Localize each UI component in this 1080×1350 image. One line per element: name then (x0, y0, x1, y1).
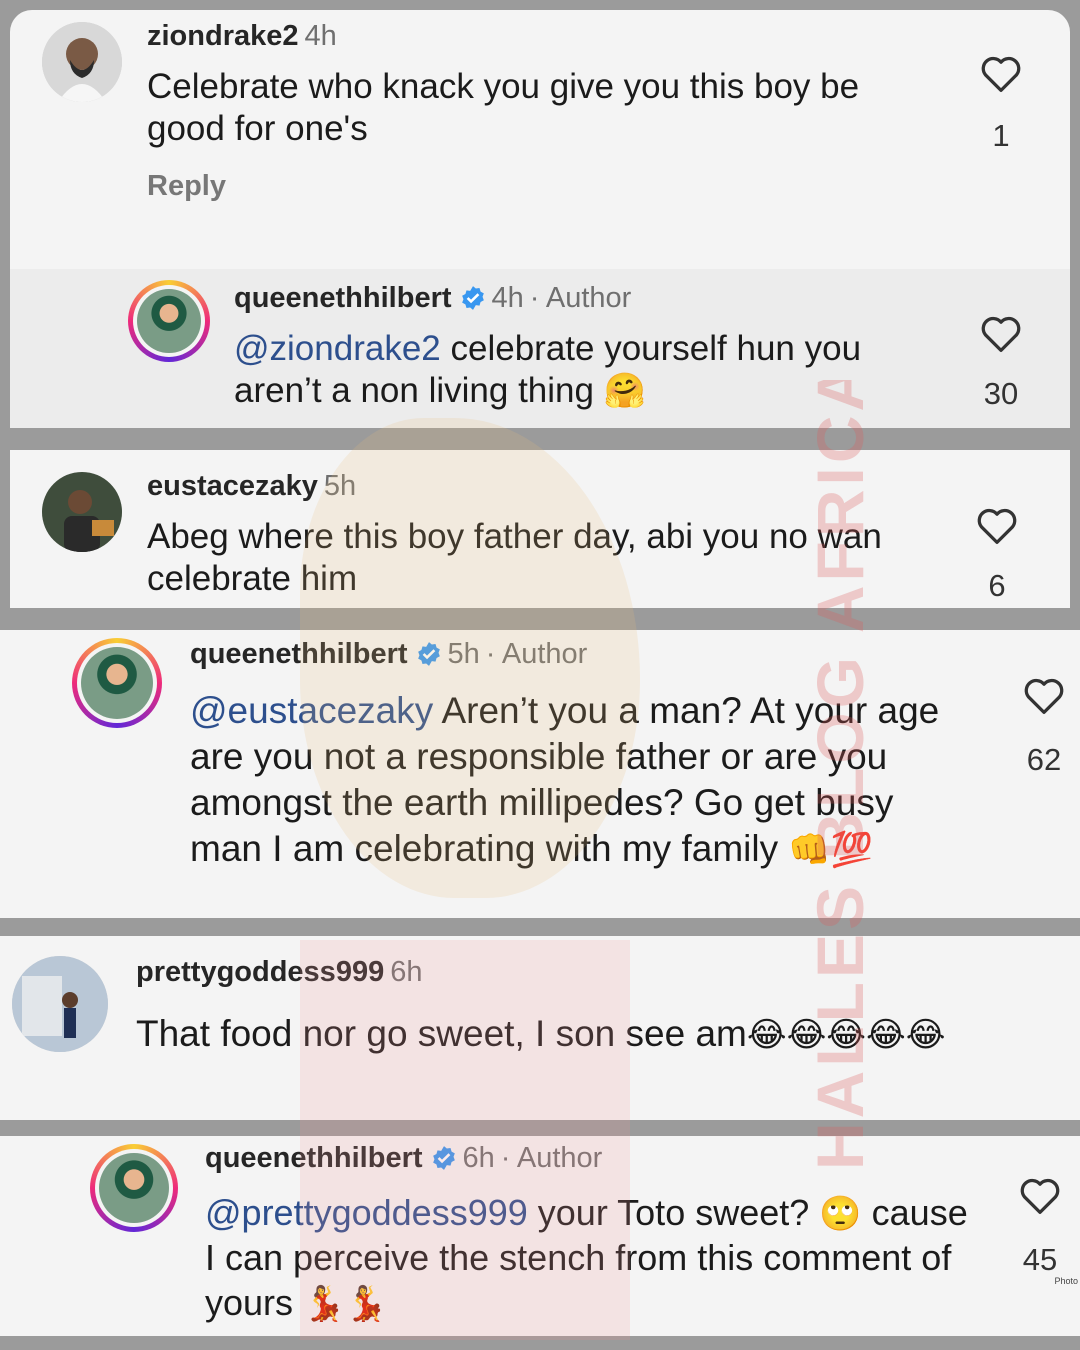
username[interactable]: prettygoddess999 (136, 956, 384, 988)
comment-panel-1: ziondrake2 4h Celebrate who knack you giv… (10, 10, 1070, 428)
like-count: 6 (988, 568, 1006, 603)
fist-hundred-emoji: 👊💯 (788, 831, 874, 869)
timestamp: 5h (323, 470, 357, 502)
mention-link[interactable]: @prettygoddess999 (205, 1192, 528, 1233)
author-label: · Author (485, 638, 588, 670)
comment-text: Abeg where this boy father day, abi you … (147, 517, 882, 598)
comment-panel-3: queenethhilbert 5h · Author @eustacezaky A… (0, 630, 1080, 918)
dancer-emoji: 💃💃 (303, 1285, 388, 1323)
like-count: 45 (1022, 1242, 1058, 1277)
comment-panel-2: eustacezaky 5h Abeg where this boy father… (10, 450, 1070, 608)
avatar[interactable] (90, 1144, 178, 1232)
like-count: 30 (983, 376, 1019, 411)
avatar[interactable] (12, 956, 108, 1052)
username[interactable]: queenethhilbert (205, 1142, 423, 1174)
heart-icon[interactable] (1018, 1176, 1062, 1216)
mention-link[interactable]: @ziondrake2 (234, 329, 441, 368)
timestamp: 6h (390, 956, 423, 988)
avatar[interactable] (42, 22, 122, 102)
verified-badge-icon (416, 641, 442, 667)
comment-text: That food nor go sweet, I son see am😂😂😂😂… (136, 1010, 1036, 1058)
comment-body: That food nor go sweet, I son see am (136, 1013, 747, 1054)
timestamp: 4h (491, 282, 524, 314)
comment-text: Celebrate who knack you give you this bo… (147, 67, 860, 148)
like-count: 62 (1026, 742, 1062, 777)
author-label: · Author (500, 1142, 603, 1174)
comment-text: @eustacezaky Aren’t you a man? At your a… (190, 688, 970, 872)
like-count: 1 (992, 118, 1010, 153)
heart-icon[interactable] (979, 314, 1023, 354)
heart-icon[interactable] (1022, 676, 1066, 716)
username[interactable]: queenethhilbert (234, 282, 452, 314)
comment-body: your Toto sweet? (537, 1192, 810, 1233)
verified-badge-icon (460, 285, 486, 311)
heart-icon[interactable] (975, 506, 1019, 546)
avatar[interactable] (72, 638, 162, 728)
hug-emoji: 🤗 (603, 372, 647, 410)
avatar[interactable] (42, 472, 122, 552)
timestamp: 6h (462, 1142, 495, 1174)
mention-link[interactable]: @eustacezaky (190, 690, 433, 731)
photo-credit: Photo (1054, 1276, 1078, 1286)
reply-button[interactable]: Reply (147, 170, 226, 203)
heart-icon[interactable] (979, 54, 1023, 94)
comment-panel-4: prettygoddess999 6h That food nor go swee… (0, 936, 1080, 1120)
comment-panel-5: queenethhilbert 6h · Author @prettygoddess… (0, 1136, 1080, 1336)
username[interactable]: queenethhilbert (190, 638, 408, 670)
username[interactable]: ziondrake2 (147, 20, 299, 52)
timestamp: 4h (304, 20, 337, 52)
comment-text: @prettygoddess999 your Toto sweet? 🙄 cau… (205, 1190, 985, 1325)
laughing-emoji: 😂😂😂😂😂 (746, 1016, 946, 1054)
timestamp: 5h (447, 638, 480, 670)
username[interactable]: eustacezaky (147, 470, 318, 502)
comment-text: @ziondrake2 celebrate yourself hun you a… (234, 328, 934, 412)
author-label: · Author (529, 282, 632, 314)
verified-badge-icon (431, 1145, 457, 1171)
eye-roll-emoji: 🙄 (819, 1195, 862, 1233)
avatar[interactable] (128, 280, 210, 362)
